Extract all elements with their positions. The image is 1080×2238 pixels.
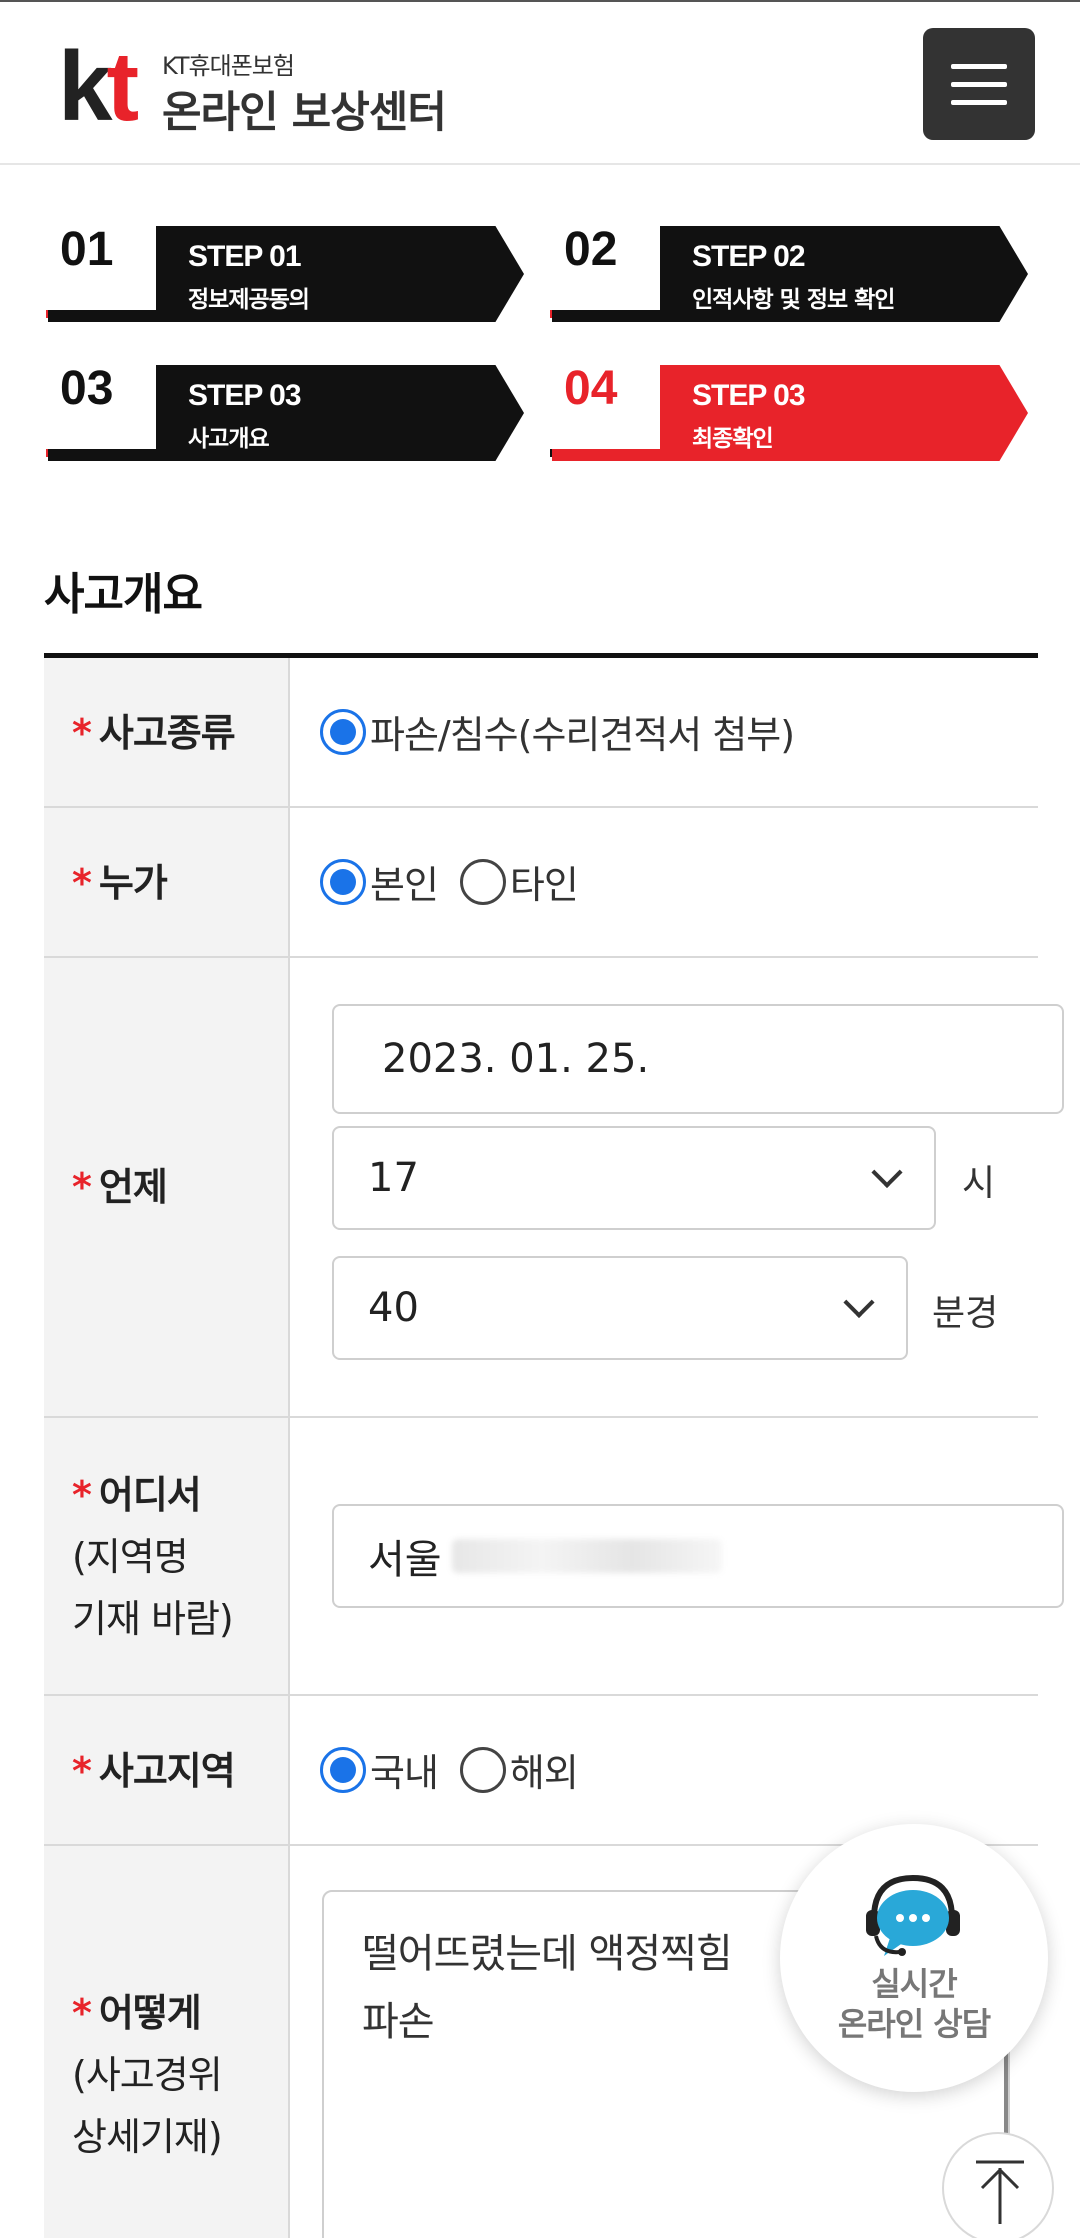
step-03: 03 STEP 03 사고개요	[46, 361, 536, 466]
required-mark: *	[72, 1165, 92, 1209]
kt-logo-mark: kt	[58, 31, 139, 141]
radio-who-other[interactable]	[459, 858, 506, 905]
scroll-top-button[interactable]	[942, 2132, 1054, 2238]
step-number: 02	[564, 223, 618, 276]
step-number: 01	[60, 223, 114, 276]
hamburger-menu-icon[interactable]	[923, 28, 1035, 140]
radio-label: 파손/침수(수리견적서 첨부)	[370, 713, 795, 757]
logo-subtitle: KT휴대폰보험	[162, 52, 295, 80]
step-title: STEP 01	[188, 240, 302, 273]
field-label: * 사고지역	[72, 1749, 236, 1793]
required-mark: *	[72, 1473, 92, 1517]
location-input[interactable]: 서울	[332, 1504, 1064, 1608]
required-mark: *	[72, 861, 92, 905]
redacted-text	[451, 1539, 722, 1573]
field-label-sub: (사고경위	[72, 2053, 223, 2097]
location-value: 서울	[368, 1537, 442, 1583]
step-subtitle: 인적사항 및 정보 확인	[692, 287, 895, 313]
radio-label: 국내	[370, 1751, 439, 1795]
field-label: * 어떻게 (사고경위 상세기재)	[72, 1982, 223, 2168]
region-radio-group: 국내 해외	[320, 1742, 600, 1797]
field-label: * 언제	[72, 1165, 168, 1209]
step-01: 01 STEP 01 정보제공동의	[46, 222, 536, 327]
field-label: * 누가	[72, 861, 168, 905]
radio-label: 해외	[509, 1751, 579, 1795]
hour-unit: 시	[962, 1163, 996, 1204]
date-input[interactable]: 2023. 01. 25.	[332, 1004, 1064, 1114]
logo-title: 온라인 보상센터	[162, 88, 447, 138]
row-who: * 누가 본인 타인	[44, 808, 1038, 958]
accident-type-radio-group: 파손/침수(수리견적서 첨부)	[320, 704, 816, 759]
field-label-sub: 기재 바람)	[72, 1597, 234, 1641]
row-when: * 언제 2023. 01. 25. 17 시 40 분경	[44, 958, 1064, 1418]
minute-unit: 분경	[932, 1293, 999, 1334]
chat-label-line1: 실시간	[871, 1965, 957, 2003]
field-label-sub: (지역명	[72, 1535, 189, 1579]
radio-region-overseas[interactable]	[459, 1746, 506, 1793]
row-region: * 사고지역 국내 해외	[44, 1696, 1038, 1846]
row-accident-type: * 사고종류 파손/침수(수리견적서 첨부)	[44, 658, 1038, 808]
header: kt KT휴대폰보험 온라인 보상센터	[0, 0, 1080, 165]
radio-accident-type-damage[interactable]	[320, 708, 366, 755]
radio-who-self[interactable]	[320, 858, 366, 905]
step-subtitle: 정보제공동의	[188, 287, 310, 313]
radio-label: 타인	[509, 863, 579, 907]
arrow-up-icon	[976, 2160, 1024, 2224]
kt-logo[interactable]: kt KT휴대폰보험 온라인 보상센터	[58, 31, 458, 141]
step-subtitle: 최종확인	[692, 426, 774, 452]
step-title: STEP 03	[188, 379, 302, 412]
field-label: * 어디서 (지역명 기재 바람)	[72, 1464, 234, 1650]
hour-select[interactable]: 17	[332, 1126, 936, 1230]
step-subtitle: 사고개요	[188, 426, 270, 452]
live-chat-button[interactable]: 실시간 온라인 상담	[780, 1824, 1048, 2092]
chat-headset-icon	[866, 1874, 960, 1956]
row-where: * 어디서 (지역명 기재 바람) 서울	[44, 1418, 1064, 1696]
minute-select[interactable]: 40	[332, 1256, 908, 1360]
who-radio-group: 본인 타인	[320, 854, 600, 909]
section-title: 사고개요	[44, 569, 203, 620]
chat-label-line2: 온라인 상담	[837, 2005, 991, 2043]
field-label: * 사고종류	[72, 711, 236, 755]
chevron-down-icon	[843, 1286, 875, 1319]
required-mark: *	[72, 1749, 92, 1793]
radio-region-domestic[interactable]	[320, 1746, 366, 1793]
step-title: STEP 02	[692, 240, 806, 273]
step-title: STEP 03	[692, 379, 806, 412]
hour-value: 17	[368, 1155, 419, 1201]
minute-value: 40	[368, 1285, 419, 1331]
required-mark: *	[72, 1991, 92, 2035]
step-number: 03	[60, 362, 114, 415]
radio-label: 본인	[370, 863, 439, 907]
required-mark: *	[72, 711, 92, 755]
step-number: 04	[564, 362, 618, 415]
field-label-sub: 상세기재)	[72, 2115, 223, 2159]
chevron-down-icon	[871, 1156, 903, 1189]
step-02: 02 STEP 02 인적사항 및 정보 확인	[550, 222, 1040, 327]
step-04: 04 STEP 03 최종확인	[550, 361, 1040, 466]
